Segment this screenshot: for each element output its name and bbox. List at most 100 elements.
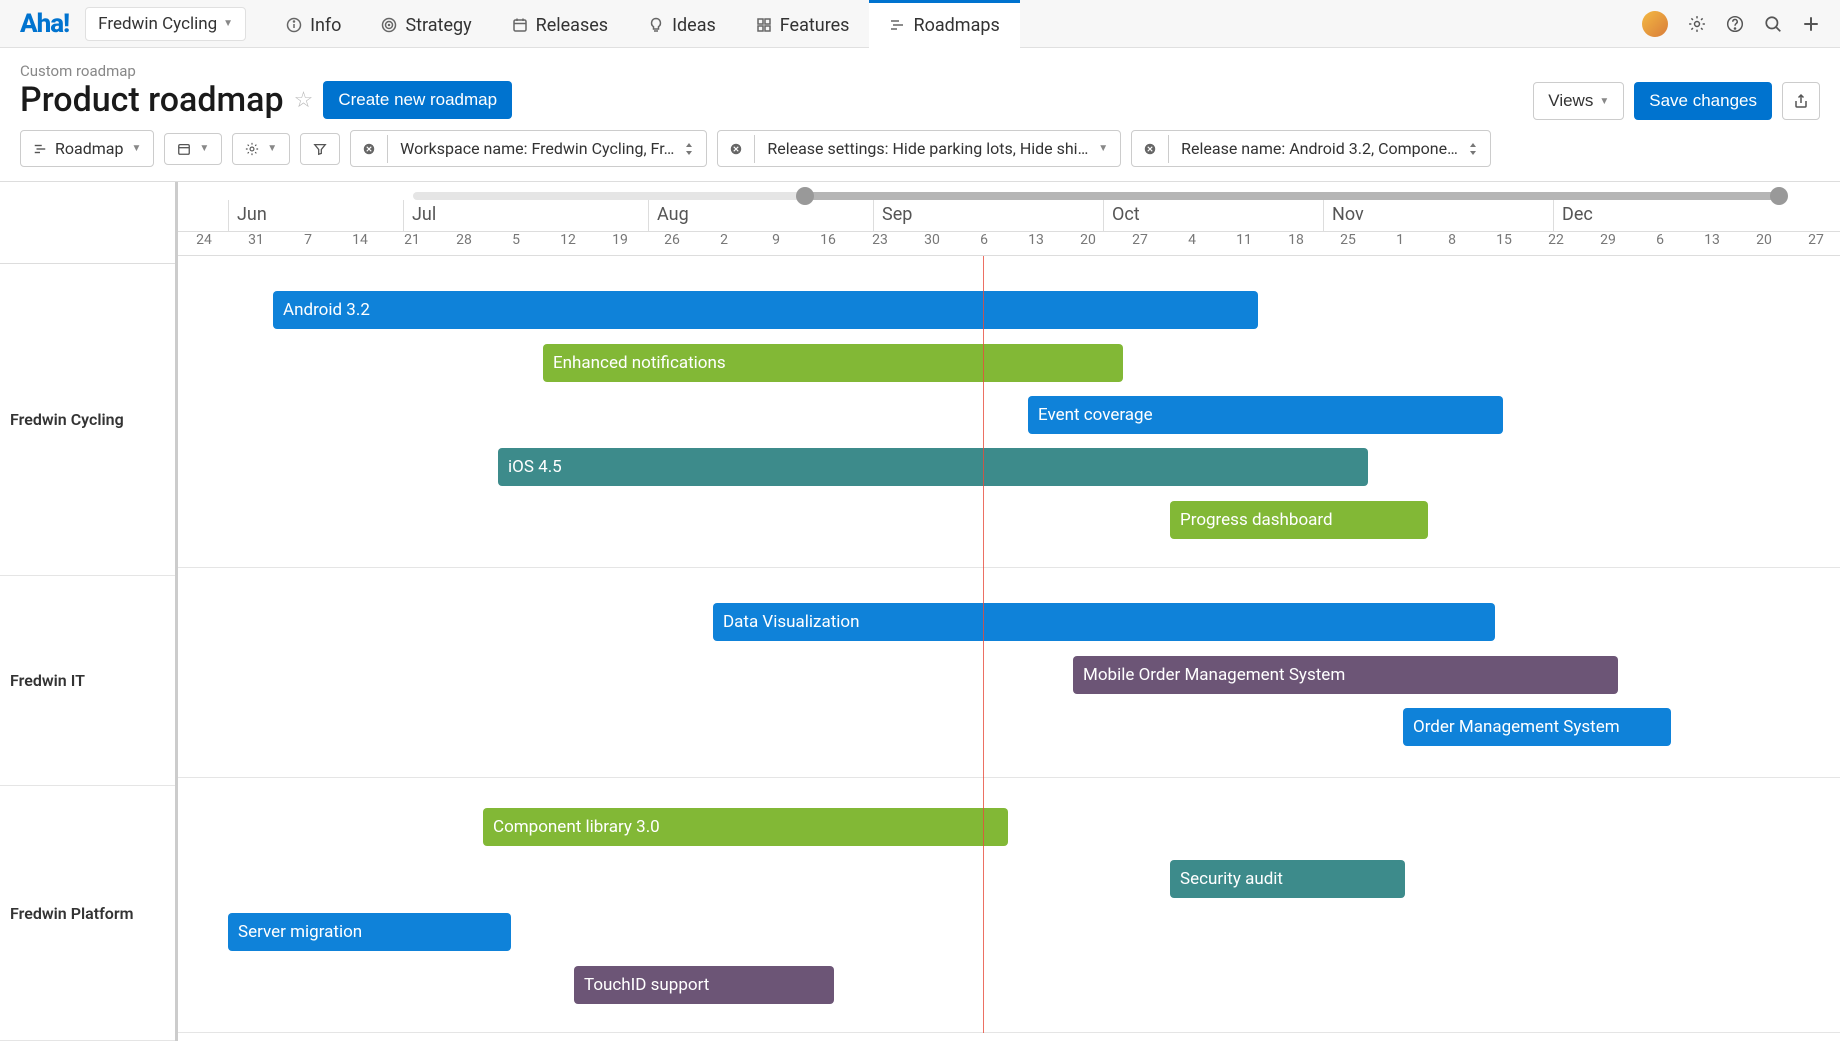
day-cell: 27 xyxy=(1114,232,1166,255)
month-dec: Dec xyxy=(1553,200,1798,231)
time-scrubber xyxy=(178,182,1840,200)
gantt-bar[interactable]: Android 3.2 xyxy=(273,291,1258,329)
caret-down-icon: ▼ xyxy=(223,18,233,29)
caret-down-icon: ▼ xyxy=(131,143,141,154)
settings-button[interactable] xyxy=(1688,15,1706,33)
funnel-icon xyxy=(313,142,327,156)
day-cell: 2 xyxy=(698,232,750,255)
filter-body[interactable]: Workspace name: Fredwin Cycling, Fr… xyxy=(388,131,706,166)
gantt: Fredwin CyclingFredwin ITFredwin Platfor… xyxy=(0,181,1840,1033)
lightbulb-icon xyxy=(648,17,664,33)
caret-down-icon: ▼ xyxy=(267,143,277,154)
day-cell: 7 xyxy=(282,232,334,255)
target-icon xyxy=(381,17,397,33)
filter-text: Release settings: Hide parking lots, Hid… xyxy=(767,139,1088,158)
day-cell: 4 xyxy=(1166,232,1218,255)
month-jun: Jun xyxy=(228,200,403,231)
page-title: Product roadmap xyxy=(20,80,284,120)
gantt-bar[interactable]: Security audit xyxy=(1170,860,1405,898)
tab-releases[interactable]: Releases xyxy=(492,0,628,48)
brand-logo[interactable]: Aha! xyxy=(20,9,69,39)
swimlane-label[interactable]: Fredwin Platform xyxy=(0,786,175,1041)
scrub-handle-start[interactable] xyxy=(796,187,814,205)
avatar[interactable] xyxy=(1642,11,1668,37)
calendar-icon xyxy=(512,17,528,33)
gantt-bar[interactable]: TouchID support xyxy=(574,966,834,1004)
month-aug: Aug xyxy=(648,200,873,231)
tab-label: Roadmaps xyxy=(913,15,999,36)
gantt-sidebar: Fredwin CyclingFredwin ITFredwin Platfor… xyxy=(0,182,178,1041)
day-cell: 24 xyxy=(178,232,230,255)
tab-ideas[interactable]: Ideas xyxy=(628,0,736,48)
gantt-bar[interactable]: Progress dashboard xyxy=(1170,501,1428,539)
tab-features[interactable]: Features xyxy=(736,0,870,48)
day-cell: 27 xyxy=(1790,232,1840,255)
gantt-icon xyxy=(33,142,47,156)
gantt-bar[interactable]: iOS 4.5 xyxy=(498,448,1368,486)
swimlane: Android 3.2 Enhanced notifications Event c… xyxy=(178,256,1840,568)
day-cell: 20 xyxy=(1062,232,1114,255)
topnav-right xyxy=(1642,11,1820,37)
day-cell: 13 xyxy=(1686,232,1738,255)
search-button[interactable] xyxy=(1764,15,1782,33)
tab-roadmaps[interactable]: Roadmaps xyxy=(869,0,1019,48)
workspace-selector[interactable]: Fredwin Cycling ▼ xyxy=(85,7,246,41)
create-roadmap-button[interactable]: Create new roadmap xyxy=(323,81,512,119)
tab-label: Ideas xyxy=(672,15,716,36)
day-cell: 13 xyxy=(1010,232,1062,255)
caret-down-icon: ▼ xyxy=(1098,143,1108,154)
tab-strategy[interactable]: Strategy xyxy=(361,0,491,48)
remove-filter-icon[interactable] xyxy=(1132,135,1169,163)
gantt-bar[interactable]: Order Management System xyxy=(1403,708,1671,746)
gantt-bar[interactable]: Server migration xyxy=(228,913,511,951)
filter-button[interactable] xyxy=(300,133,340,165)
filter-body[interactable]: Release settings: Hide parking lots, Hid… xyxy=(755,131,1120,166)
filter-text: Workspace name: Fredwin Cycling, Fr… xyxy=(400,139,674,158)
date-picker-button[interactable]: ▼ xyxy=(164,133,222,165)
sort-icon xyxy=(1468,143,1478,155)
day-cell: 16 xyxy=(802,232,854,255)
add-button[interactable] xyxy=(1802,15,1820,33)
views-label: Views xyxy=(1548,91,1593,111)
swimlane: Data Visualization Mobile Order Managemen… xyxy=(178,568,1840,778)
help-button[interactable] xyxy=(1726,15,1744,33)
day-cell: 14 xyxy=(334,232,386,255)
roadmap-dropdown[interactable]: Roadmap ▼ xyxy=(20,130,154,167)
day-cell: 25 xyxy=(1322,232,1374,255)
swimlane-label[interactable]: Fredwin Cycling xyxy=(0,264,175,576)
gantt-bar[interactable]: Mobile Order Management System xyxy=(1073,656,1618,694)
remove-filter-icon[interactable] xyxy=(718,135,755,163)
day-cell: 30 xyxy=(906,232,958,255)
day-cell: 28 xyxy=(438,232,490,255)
tab-info[interactable]: Info xyxy=(266,0,361,48)
page-header: Product roadmap ☆ Create new roadmap Vie… xyxy=(0,80,1840,130)
save-changes-button[interactable]: Save changes xyxy=(1634,82,1772,120)
gantt-bar[interactable]: Component library 3.0 xyxy=(483,808,1008,846)
gantt-bar[interactable]: Data Visualization xyxy=(713,603,1495,641)
caret-down-icon: ▼ xyxy=(1599,96,1609,107)
day-cell: 9 xyxy=(750,232,802,255)
breadcrumb[interactable]: Custom roadmap xyxy=(0,48,1840,80)
sort-icon xyxy=(684,143,694,155)
share-button[interactable] xyxy=(1782,82,1820,120)
settings-dropdown[interactable]: ▼ xyxy=(232,133,290,165)
day-cell: 6 xyxy=(958,232,1010,255)
remove-filter-icon[interactable] xyxy=(351,135,388,163)
day-cell: 11 xyxy=(1218,232,1270,255)
filter-body[interactable]: Release name: Android 3.2, Compone… xyxy=(1169,131,1490,166)
gantt-timeline: JunJulAugSepOctNovDec 243171421285121926… xyxy=(178,182,1840,1033)
day-cell: 18 xyxy=(1270,232,1322,255)
tab-label: Strategy xyxy=(405,15,471,36)
views-button[interactable]: Views ▼ xyxy=(1533,82,1624,120)
filter-toolbar: Roadmap ▼ ▼ ▼ Workspace name: Fredwin Cy… xyxy=(0,130,1840,181)
filter-text: Release name: Android 3.2, Compone… xyxy=(1181,139,1458,158)
gantt-bar[interactable]: Enhanced notifications xyxy=(543,344,1123,382)
month-sep: Sep xyxy=(873,200,1103,231)
gantt-bar[interactable]: Event coverage xyxy=(1028,396,1503,434)
favorite-star-icon[interactable]: ☆ xyxy=(294,88,314,113)
swimlane-label[interactable]: Fredwin IT xyxy=(0,576,175,786)
gantt-lanes: Android 3.2 Enhanced notifications Event c… xyxy=(178,256,1840,1033)
scrub-handle-end[interactable] xyxy=(1770,187,1788,205)
gantt-icon xyxy=(889,17,905,33)
calendar-icon xyxy=(177,142,191,156)
